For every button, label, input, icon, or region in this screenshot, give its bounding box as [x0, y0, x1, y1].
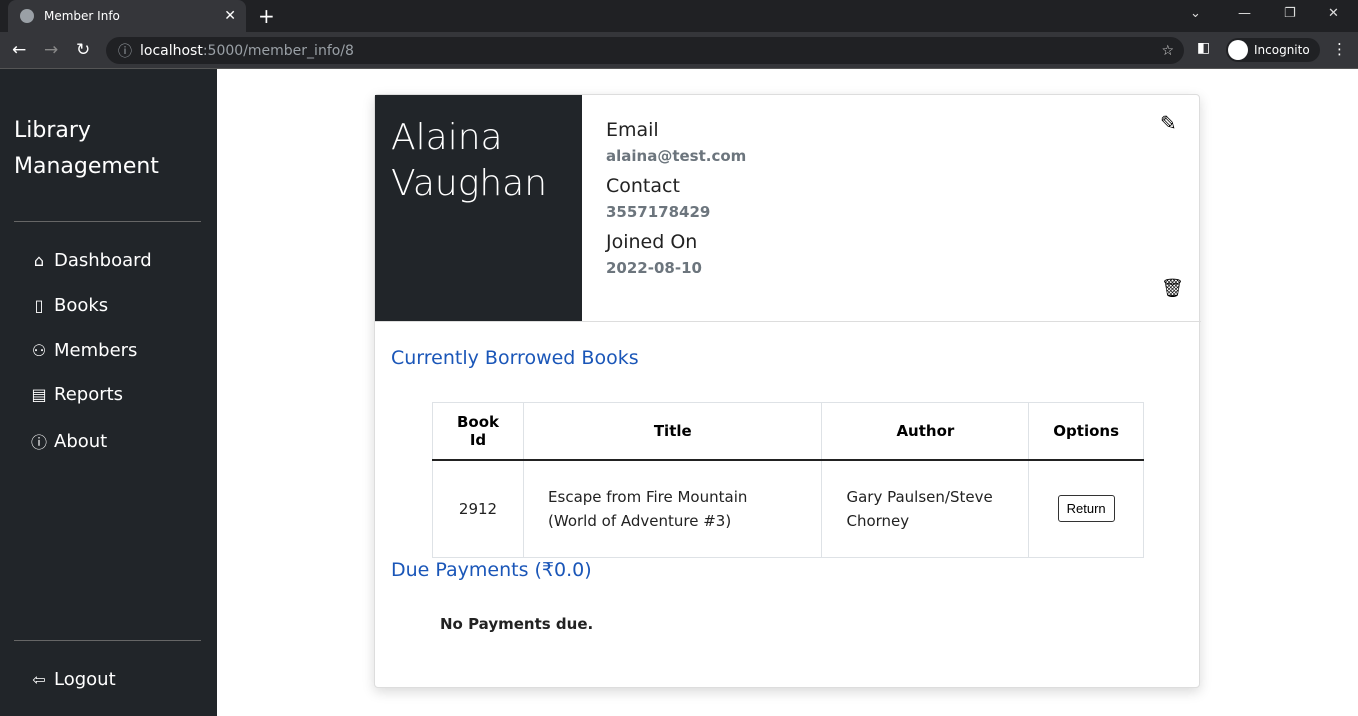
globe-icon: [20, 9, 34, 23]
joined-label: Joined On: [606, 231, 698, 253]
info-circle-icon: ⓘ: [30, 433, 47, 452]
no-payments-text: No Payments due.: [440, 615, 594, 633]
contact-value: 3557178429: [606, 203, 711, 221]
box-arrow-left-icon: ⇦: [32, 670, 46, 689]
table-row: 2912 Escape from Fire Mountain (World of…: [431, 459, 1144, 558]
email-value: alaina@test.com: [606, 147, 747, 165]
sidebar: Library Management ⌂ Dashboard ▯ Books ⚇ Me…: [0, 69, 217, 716]
back-icon[interactable]: ←: [12, 40, 26, 60]
payments-heading: Due Payments (₹0.0): [391, 559, 592, 581]
house-icon: ⌂: [33, 251, 45, 270]
browser-toolbar: ← → ↻ ⓘ localhost:5000/member_info/8 ☆ ◧ I…: [0, 32, 1358, 69]
sidebar-item-members[interactable]: ⚇ Members: [30, 340, 138, 361]
col-title: Title: [523, 402, 823, 461]
label: Dashboard: [54, 250, 152, 271]
tab-search-icon[interactable]: ⌄: [1190, 6, 1201, 21]
label: Books: [54, 295, 109, 316]
member-name: Alaina Vaughan: [375, 95, 582, 321]
reload-icon[interactable]: ↻: [76, 40, 90, 60]
borrowed-heading: Currently Borrowed Books: [391, 347, 639, 369]
sidebar-item-dashboard[interactable]: ⌂ Dashboard: [30, 250, 152, 271]
new-tab-button[interactable]: +: [258, 4, 275, 28]
col-options: Options: [1028, 402, 1144, 461]
incognito-badge[interactable]: Incognito: [1226, 38, 1320, 62]
divider: [14, 640, 201, 641]
member-card: Alaina Vaughan Email alaina@test.com Con…: [374, 94, 1201, 688]
book-author: Gary Paulsen/Steve Chorney: [821, 459, 1030, 558]
browser-tabstrip: Member Info ✕ + ⌄ — ❐ ✕: [0, 0, 1358, 32]
address-bar[interactable]: ⓘ localhost:5000/member_info/8 ☆: [106, 37, 1184, 64]
trash-icon[interactable]: 🗑: [1161, 278, 1184, 299]
return-button[interactable]: Return: [1057, 495, 1115, 523]
url-path: :5000/member_info/8: [202, 42, 354, 59]
tab-title: Member Info: [44, 9, 120, 23]
side-panel-icon[interactable]: ◧: [1197, 40, 1210, 56]
book-id: 2912: [431, 459, 525, 558]
col-book-id: Book Id: [431, 402, 525, 461]
col-author: Author: [821, 402, 1030, 461]
joined-value: 2022-08-10: [606, 259, 702, 277]
menu-icon[interactable]: ⋮: [1332, 40, 1347, 58]
sidebar-item-reports[interactable]: ▤ Reports: [30, 384, 123, 405]
divider: [375, 321, 1201, 322]
restore-button[interactable]: ❐: [1284, 6, 1296, 21]
brand: Library Management: [14, 118, 159, 179]
info-icon: ⓘ: [118, 43, 132, 60]
journal-icon: ▯: [34, 296, 44, 315]
profile-label: Incognito: [1254, 43, 1310, 57]
clipboard-data-icon: ▤: [31, 385, 47, 404]
book-title: Escape from Fire Mountain (World of Adve…: [523, 459, 823, 558]
pencil-icon[interactable]: ✎: [1160, 111, 1177, 135]
member-details: Email alaina@test.com Contact 3557178429…: [606, 119, 746, 287]
sidebar-item-about[interactable]: ⓘ About: [30, 429, 107, 453]
contact-label: Contact: [606, 175, 680, 197]
borrowed-table: Book Id Title Author Options 2912 Escape…: [431, 402, 1144, 558]
close-window-button[interactable]: ✕: [1328, 6, 1339, 21]
logout-link[interactable]: ⇦ Logout: [30, 669, 116, 690]
star-icon[interactable]: ☆: [1161, 43, 1174, 59]
forward-icon[interactable]: →: [44, 40, 58, 60]
people-icon: ⚇: [31, 341, 47, 360]
url-host: localhost: [140, 42, 203, 59]
close-tab-icon[interactable]: ✕: [224, 8, 236, 24]
label: Members: [54, 340, 138, 361]
minimize-button[interactable]: —: [1238, 6, 1251, 21]
divider: [14, 221, 201, 222]
label: Reports: [54, 384, 124, 405]
sidebar-item-books[interactable]: ▯ Books: [30, 295, 109, 316]
label: Logout: [54, 669, 116, 690]
email-label: Email: [606, 119, 659, 141]
label: About: [54, 430, 108, 452]
browser-tab[interactable]: Member Info ✕: [8, 0, 246, 32]
